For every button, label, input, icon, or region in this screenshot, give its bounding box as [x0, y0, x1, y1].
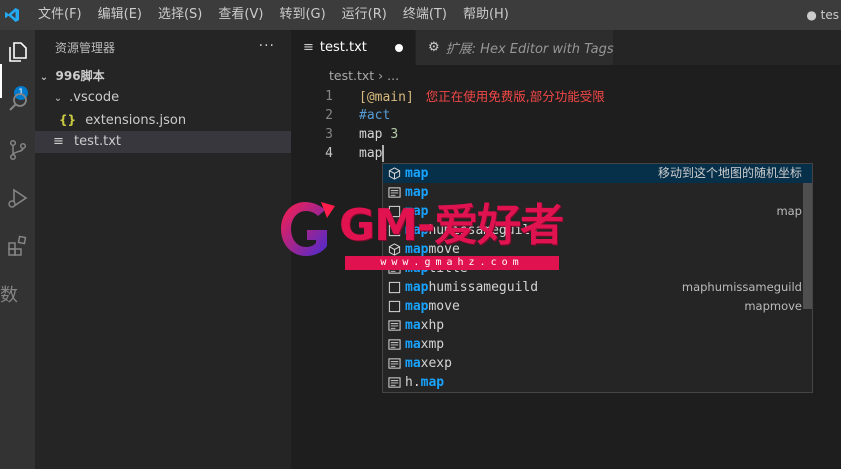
explorer-icon[interactable] [0, 32, 35, 72]
suggest-rest: humissameguild [428, 280, 539, 295]
more-actions-icon[interactable]: ··· [259, 38, 275, 54]
data-view-icon[interactable]: 数 [0, 274, 35, 314]
suggest-rest: move [428, 299, 460, 314]
tab-label: test.txt [319, 40, 367, 55]
suggest-rest: xmp [420, 337, 445, 352]
line-number: 3 [325, 127, 333, 142]
suggest-item[interactable]: h.map [383, 373, 812, 392]
chevron-down-icon: ⌄ [39, 72, 49, 83]
unsaved-dot-icon[interactable] [395, 44, 403, 52]
menu-bar: 文件(F) 编辑(E) 选择(S) 查看(V) 转到(G) 运行(R) 终端(T… [24, 0, 517, 30]
line-content: map 3 [359, 125, 398, 144]
chevron-down-icon: ⌄ [53, 93, 63, 104]
folder-label: .vscode [69, 90, 120, 105]
suggest-rest: xexp [420, 356, 452, 371]
code-line: 1 [@main] 您正在使用免费版,部分功能受限 [291, 87, 841, 106]
menu-edit[interactable]: 编辑(E) [90, 0, 150, 30]
menu-selection[interactable]: 选择(S) [150, 0, 210, 30]
suggest-item[interactable]: maxhp [383, 316, 812, 335]
source-control-icon[interactable] [0, 130, 35, 170]
text-file-icon: ≡ [53, 134, 64, 149]
code-editor[interactable]: 1 [@main] 您正在使用免费版,部分功能受限 2 #act 3 map 3 … [291, 87, 841, 163]
explorer-sidebar: 资源管理器 ··· ⌄ 996脚本 ⌄ .vscode {} extension… [35, 30, 291, 469]
code-token-tag: [@main] [359, 90, 414, 105]
tree-root-folder[interactable]: ⌄ 996脚本 [35, 65, 291, 87]
suggest-match: ma [405, 318, 421, 333]
tab-test-txt[interactable]: ≡ test.txt [291, 30, 415, 65]
suggest-match: ma [405, 356, 421, 371]
suggest-detail: maphumissameguild [681, 280, 802, 294]
menu-help[interactable]: 帮助(H) [455, 0, 517, 30]
code-line-current: 4 map [291, 144, 841, 163]
watermark-text: GM-爱好者 [339, 200, 564, 251]
title-bar: 文件(F) 编辑(E) 选择(S) 查看(V) 转到(G) 运行(R) 终端(T… [0, 0, 841, 30]
suggest-match: map [420, 375, 445, 390]
line-content: map [359, 144, 385, 163]
tree-folder-vscode[interactable]: ⌄ .vscode [35, 87, 291, 109]
suggest-item[interactable]: maphumissameguild maphumissameguild [383, 278, 812, 297]
watermark-logo-icon [281, 202, 335, 256]
suggest-detail: 移动到这个地图的随机坐标 [657, 166, 802, 180]
code-token-text: map [359, 146, 383, 161]
file-label: extensions.json [85, 113, 187, 128]
menu-run[interactable]: 运行(R) [334, 0, 395, 30]
code-token-keyword: map [359, 127, 383, 142]
suggest-detail: mapmove [744, 299, 802, 313]
explorer-title: 资源管理器 [55, 41, 116, 55]
code-line: 3 map 3 [291, 125, 841, 144]
vscode-logo-icon [0, 0, 24, 30]
suggest-rest: xhp [420, 318, 445, 333]
line-number: 1 [325, 89, 333, 104]
line-content: [@main] 您正在使用免费版,部分功能受限 [359, 87, 605, 107]
text-file-icon: ≡ [303, 40, 314, 55]
file-label: test.txt [74, 134, 122, 149]
menu-file[interactable]: 文件(F) [30, 0, 90, 30]
menu-view[interactable]: 查看(V) [210, 0, 271, 30]
code-line: 2 #act [291, 106, 841, 125]
code-token-number: 3 [390, 127, 399, 142]
watermark-url: www.gmahz.com [345, 256, 559, 270]
suggest-match: map [405, 299, 429, 314]
root-folder-label: 996脚本 [55, 69, 105, 83]
extensions-icon[interactable] [0, 226, 35, 266]
suggest-item[interactable]: maxmp [383, 335, 812, 354]
line-content: #act [359, 108, 391, 123]
activity-bar: 1 数 [0, 30, 35, 469]
line-number: 4 [325, 146, 333, 161]
explorer-header: 资源管理器 ··· [35, 30, 291, 65]
line-number: 2 [325, 108, 333, 123]
search-icon[interactable] [0, 82, 35, 122]
menu-terminal[interactable]: 终端(T) [395, 0, 455, 30]
suggest-rest: h. [405, 375, 421, 390]
suggest-item[interactable]: map 移动到这个地图的随机坐标 [383, 164, 812, 183]
breadcrumb[interactable]: test.txt › ... [291, 65, 841, 87]
suggest-item[interactable]: maxexp [383, 354, 812, 373]
suggest-detail: map [776, 204, 802, 218]
json-file-icon: {} [59, 113, 77, 127]
watermark: GM-爱好者 www.gmahz.com [275, 196, 565, 276]
suggest-match: ma [405, 337, 421, 352]
window-title: ● tes [806, 8, 839, 22]
run-debug-icon[interactable] [0, 178, 35, 218]
tab-label: 扩展: Hex Editor with Tags [445, 42, 614, 57]
text-cursor [382, 145, 385, 162]
extension-tab-icon: ⚙ [428, 40, 440, 55]
tree-file-test-txt[interactable]: ≡ test.txt [35, 131, 291, 153]
tree-file-extensions-json[interactable]: {} extensions.json [35, 109, 291, 131]
suggest-match: map [405, 280, 429, 295]
editor-tabs: ≡ test.txt ⚙ 扩展: Hex Editor with Tags [291, 30, 841, 65]
tab-hex-editor-extension[interactable]: ⚙ 扩展: Hex Editor with Tags [415, 30, 614, 65]
license-warning: 您正在使用免费版,部分功能受限 [425, 89, 605, 104]
suggest-match: map [405, 166, 429, 181]
menu-go[interactable]: 转到(G) [271, 0, 333, 30]
suggest-item[interactable]: mapmove mapmove [383, 297, 812, 316]
